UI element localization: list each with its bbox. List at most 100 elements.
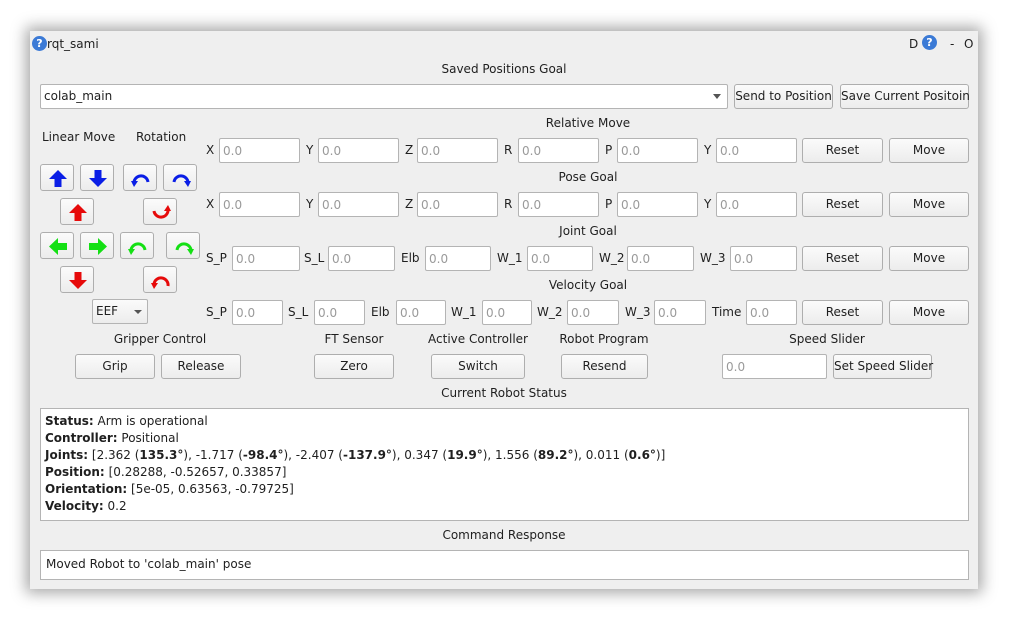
command-response-text: Moved Robot to 'colab_main' pose [46,557,252,571]
controller-value: Positional [121,431,179,445]
saved-positions-select[interactable]: colab_main [40,84,728,109]
send-to-position-button[interactable]: Send to Position [734,84,833,109]
help-icon[interactable]: ? [32,36,47,51]
rotate-red-top-button[interactable] [143,198,177,225]
relative-move-reset-button[interactable]: Reset [802,138,883,163]
pose-goal-yaw-input[interactable] [716,192,797,217]
help-button-icon[interactable]: ? [922,35,937,50]
pose-goal-label-p: P [605,197,613,211]
velocity-goal-w2-input[interactable] [567,300,619,325]
speed-slider-input[interactable] [722,354,827,379]
rotate-red-bottom-button[interactable] [143,266,177,293]
rotate-ccw-blue-button[interactable] [123,164,157,191]
joint-value: -1.717 [195,448,235,462]
linear-move-label: Linear Move [42,130,116,144]
pose-goal-r-input[interactable] [518,192,599,217]
ft-sensor-title: FT Sensor [324,332,384,346]
move-up-button[interactable] [40,164,74,191]
status-value: Arm is operational [97,414,208,428]
joint-degrees: 0.6° [628,448,656,462]
rotation-label: Rotation [136,130,187,144]
relative-move-yaw-input[interactable] [716,138,797,163]
zero-button[interactable]: Zero [314,354,394,379]
velocity-goal-sl-input[interactable] [314,300,365,325]
joint-goal-elb-input[interactable] [425,246,491,271]
pose-goal-z-input[interactable] [417,192,498,217]
velocity-goal-move-button[interactable]: Move [889,300,969,325]
velocity-label: Velocity: [45,499,104,513]
rotate-ccw-green-button[interactable] [120,232,154,259]
velocity-goal-elb-input[interactable] [396,300,446,325]
arrow-left-icon [49,238,67,255]
pose-goal-title: Pose Goal [558,170,618,184]
relative-move-p-input[interactable] [617,138,698,163]
pose-goal-label-y: Y [306,197,314,211]
velocity-value: 0.2 [107,499,127,513]
rotate-ccw-icon [131,174,150,187]
minimize-button[interactable]: - [950,36,954,52]
save-current-position-button[interactable]: Save Current Positoin [840,84,970,109]
joints-line: Joints: [2.362 (135.3°), -1.717 (-98.4°)… [45,448,666,462]
orientation-value: [5e-05, 0.63563, -0.79725] [131,482,294,496]
pose-goal-x-input[interactable] [219,192,300,217]
title-d-button[interactable]: D [909,36,918,52]
velocity-goal-w1-input[interactable] [482,300,532,325]
status-line: Status: Arm is operational [45,413,964,430]
grip-button[interactable]: Grip [75,354,155,379]
move-forward-button[interactable] [60,198,94,225]
rotate-cw-green-button[interactable] [166,232,200,259]
velocity-goal-sp-input[interactable] [232,300,283,325]
joint-goal-w2-input[interactable] [627,246,694,271]
velocity-goal-time-input[interactable] [746,300,797,325]
joints-label: Joints: [45,448,89,462]
saved-positions-title: Saved Positions Goal [441,62,567,76]
move-right-button[interactable] [80,232,114,259]
pose-goal-y-input[interactable] [318,192,399,217]
frame-select[interactable]: EEF [92,299,148,324]
velocity-goal-reset-button[interactable]: Reset [802,300,883,325]
joint-goal-label-sp: S_P [206,251,227,265]
set-speed-slider-button[interactable]: Set Speed Slider [833,354,933,379]
pose-goal-p-input[interactable] [617,192,698,217]
move-backward-button[interactable] [60,266,94,293]
relative-move-r-input[interactable] [518,138,599,163]
joint-goal-sp-input[interactable] [232,246,300,271]
relative-move-z-input[interactable] [417,138,498,163]
close-button[interactable]: O [964,36,973,52]
position-label: Position: [45,465,105,479]
pose-goal-reset-button[interactable]: Reset [802,192,883,217]
relative-move-label-z: Z [405,143,414,157]
joint-degrees: 135.3° [139,448,184,462]
joint-goal-sl-input[interactable] [328,246,395,271]
joint-value: 0.347 [404,448,439,462]
robot-status-title: Current Robot Status [441,386,567,400]
pose-goal-label-r: R [504,197,513,211]
joint-goal-reset-button[interactable]: Reset [802,246,883,271]
velocity-goal-w3-input[interactable] [654,300,706,325]
robot-program-title: Robot Program [559,332,649,346]
joint-goal-move-button[interactable]: Move [889,246,969,271]
joint-degrees: 19.9° [447,448,483,462]
relative-move-move-button[interactable]: Move [889,138,969,163]
joint-goal-w1-input[interactable] [527,246,593,271]
move-left-button[interactable] [40,232,74,259]
pose-goal-move-button[interactable]: Move [889,192,969,217]
velocity-goal-label-elb: Elb [371,305,390,319]
velocity-goal-label-w1: W_1 [451,305,477,319]
rotate-cw-blue-button[interactable] [163,164,197,191]
relative-move-x-input[interactable] [219,138,300,163]
pose-goal-label-x: X [206,197,215,211]
frame-select-value: EEF [96,304,119,318]
joint-value: 2.362 [96,448,131,462]
resend-program-button[interactable]: Resend [561,354,648,379]
robot-status-panel: Status: Arm is operational Controller: P… [40,408,969,521]
relative-move-y-input[interactable] [318,138,399,163]
joint-value: -2.407 [295,448,335,462]
switch-controller-button[interactable]: Switch [431,354,525,379]
release-button[interactable]: Release [161,354,241,379]
relative-move-label-y: Y [306,143,314,157]
joint-goal-w3-input[interactable] [730,246,797,271]
joints-close: ] [660,448,666,462]
velocity-goal-label-sl: S_L [288,305,309,319]
move-down-button[interactable] [80,164,114,191]
